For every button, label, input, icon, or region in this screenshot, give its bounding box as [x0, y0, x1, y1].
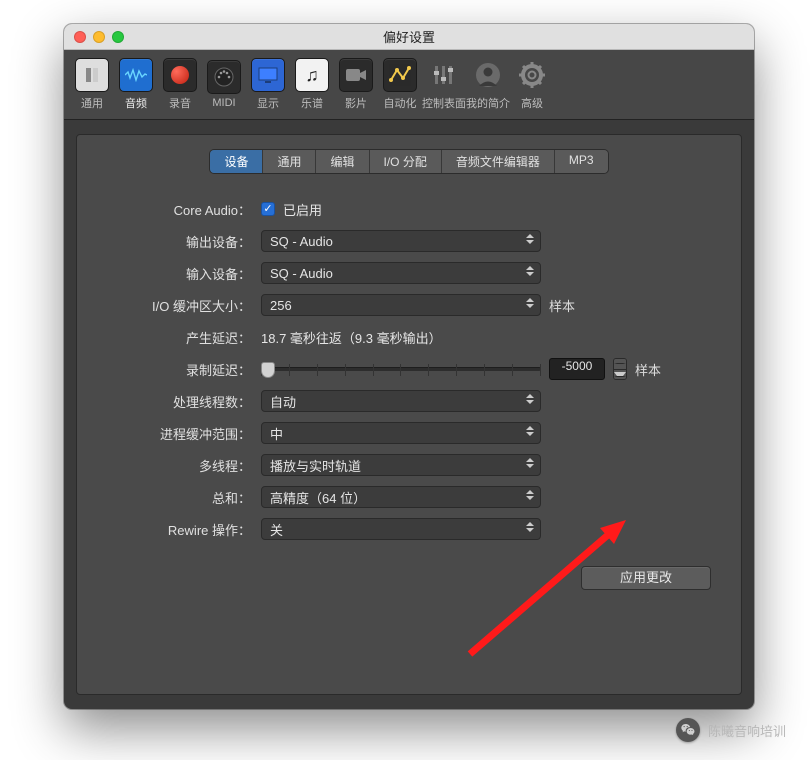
procbuf-select[interactable]: 中 [261, 422, 541, 444]
select-value: 高精度（64 位） [270, 488, 366, 507]
select-value: SQ - Audio [270, 266, 333, 281]
midi-icon [213, 66, 235, 88]
core-audio-label: Core Audio： [91, 200, 261, 219]
rewire-select[interactable]: 关 [261, 518, 541, 540]
toolbar-item-controls[interactable]: 控制表面 [422, 54, 466, 115]
rec-latency-label: 录制延迟： [91, 360, 261, 379]
toolbar-item-automation[interactable]: 自动化 [378, 54, 422, 115]
toolbar-item-audio[interactable]: 音频 [114, 54, 158, 115]
subtab-device[interactable]: 设备 [210, 150, 263, 173]
core-audio-value: 已启用 [283, 200, 322, 219]
watermark: 陈曦音响培训 [676, 718, 786, 742]
titlebar: 偏好设置 [64, 24, 754, 50]
procbuf-label: 进程缓冲范围： [91, 424, 261, 443]
content-area: 设备 通用 编辑 I/O 分配 音频文件编辑器 MP3 Core Audio： … [64, 120, 754, 709]
subtab-audiofile[interactable]: 音频文件编辑器 [442, 150, 555, 173]
toolbar-item-advanced[interactable]: 高级 [510, 54, 554, 115]
automation-icon [389, 64, 411, 86]
threads-label: 处理线程数： [91, 392, 261, 411]
threads-select[interactable]: 自动 [261, 390, 541, 412]
toolbar-label: 控制表面 [422, 95, 466, 111]
latency-value: 18.7 毫秒往返（9.3 毫秒输出） [261, 328, 442, 347]
watermark-text: 陈曦音响培训 [708, 721, 786, 740]
toolbar-item-display[interactable]: 显示 [246, 54, 290, 115]
rec-latency-slider[interactable] [261, 367, 541, 371]
toolbar: 通用 音频 录音 MIDI 显示 ♫ 乐谱 影片 自动化 [64, 50, 754, 120]
toolbar-label: 乐谱 [301, 95, 323, 111]
toolbar-item-general[interactable]: 通用 [70, 54, 114, 115]
music-note-icon: ♫ [305, 66, 319, 84]
subtabs: 设备 通用 编辑 I/O 分配 音频文件编辑器 MP3 [91, 149, 727, 174]
settings-panel: 设备 通用 编辑 I/O 分配 音频文件编辑器 MP3 Core Audio： … [76, 134, 742, 695]
subtab-io[interactable]: I/O 分配 [370, 150, 442, 173]
toolbar-label: 显示 [257, 95, 279, 111]
subtab-general[interactable]: 通用 [263, 150, 316, 173]
wechat-icon [676, 718, 700, 742]
rec-latency-suffix: 样本 [635, 360, 661, 379]
select-value: 关 [270, 520, 283, 539]
slider-thumb[interactable] [261, 362, 275, 378]
gear-icon [519, 62, 545, 88]
toolbar-label: 我的简介 [466, 95, 510, 111]
profile-icon [475, 62, 501, 88]
toolbar-label: 高级 [521, 95, 543, 111]
toolbar-item-midi[interactable]: MIDI [202, 56, 246, 113]
toolbar-item-movie[interactable]: 影片 [334, 54, 378, 115]
multithread-select[interactable]: 播放与实时轨道 [261, 454, 541, 476]
toolbar-label: 自动化 [384, 95, 417, 111]
rewire-label: Rewire 操作： [91, 520, 261, 539]
preferences-window: 偏好设置 通用 音频 录音 MIDI 显示 ♫ 乐谱 影片 [64, 24, 754, 709]
select-value: SQ - Audio [270, 234, 333, 249]
select-value: 自动 [270, 392, 296, 411]
toolbar-label: MIDI [212, 97, 235, 109]
output-device-select[interactable]: SQ - Audio [261, 230, 541, 252]
select-value: 256 [270, 298, 292, 313]
io-buffer-label: I/O 缓冲区大小： [91, 296, 261, 315]
subtab-edit[interactable]: 编辑 [316, 150, 369, 173]
switch-icon [83, 66, 101, 84]
toolbar-label: 通用 [81, 95, 103, 111]
apply-button[interactable]: 应用更改 [581, 566, 711, 590]
sum-label: 总和： [91, 488, 261, 507]
subtab-mp3[interactable]: MP3 [555, 150, 608, 173]
toolbar-item-score[interactable]: ♫ 乐谱 [290, 54, 334, 115]
io-buffer-select[interactable]: 256 [261, 294, 541, 316]
toolbar-label: 音频 [125, 95, 147, 111]
input-device-select[interactable]: SQ - Audio [261, 262, 541, 284]
toolbar-label: 录音 [169, 95, 191, 111]
waveform-icon [125, 68, 147, 82]
sum-select[interactable]: 高精度（64 位） [261, 486, 541, 508]
toolbar-label: 影片 [345, 95, 367, 111]
faders-icon [432, 63, 456, 87]
toolbar-item-record[interactable]: 录音 [158, 54, 202, 115]
latency-label: 产生延迟： [91, 328, 261, 347]
input-device-label: 输入设备： [91, 264, 261, 283]
rec-latency-field[interactable]: -5000 [549, 358, 605, 380]
multithread-label: 多线程： [91, 456, 261, 475]
rec-latency-stepper[interactable] [613, 358, 627, 380]
display-icon [258, 67, 278, 83]
record-icon [171, 66, 189, 84]
toolbar-item-profile[interactable]: 我的简介 [466, 54, 510, 115]
select-value: 中 [270, 424, 283, 443]
select-value: 播放与实时轨道 [270, 456, 361, 475]
window-title: 偏好设置 [64, 27, 754, 46]
output-device-label: 输出设备： [91, 232, 261, 251]
io-buffer-suffix: 样本 [549, 296, 575, 315]
camera-icon [345, 67, 367, 83]
core-audio-checkbox[interactable] [261, 202, 275, 216]
